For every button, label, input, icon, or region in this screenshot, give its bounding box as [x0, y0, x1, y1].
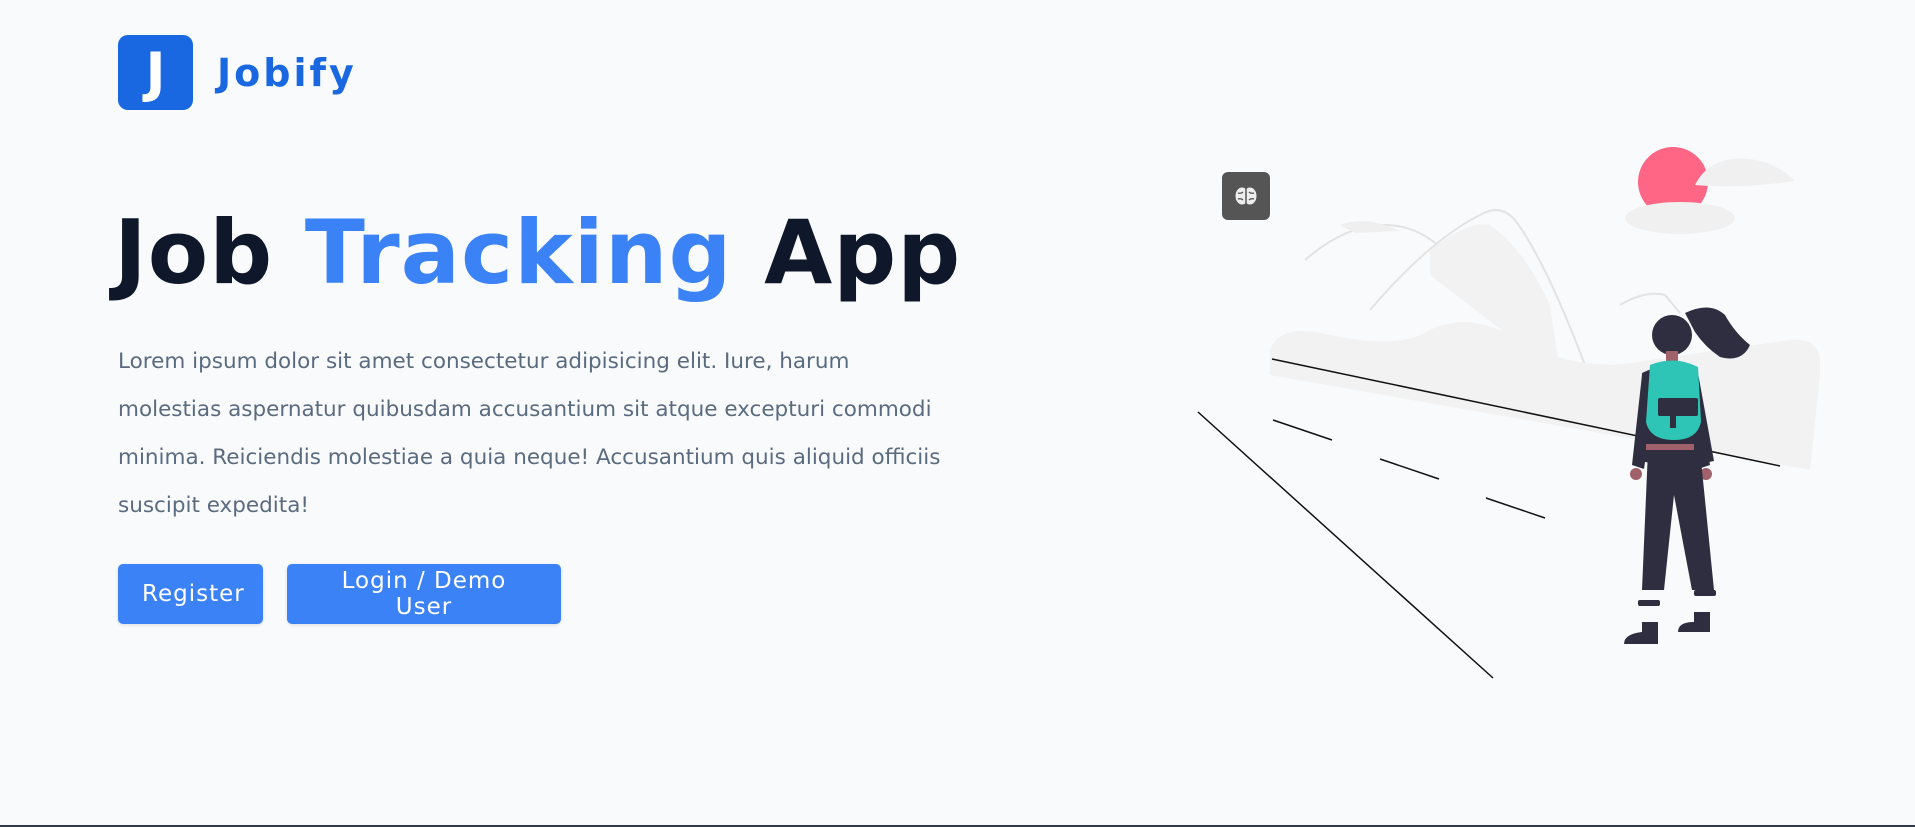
- login-demo-button[interactable]: Login / Demo User: [287, 564, 561, 624]
- hero-description: Lorem ipsum dolor sit amet consectetur a…: [118, 349, 941, 518]
- left-cuff: [1638, 600, 1660, 606]
- backpack-strap: [1670, 416, 1676, 428]
- title-part-1: Job: [114, 201, 305, 304]
- left-shoe: [1624, 622, 1658, 644]
- woman-traveler-illustration: [1197, 147, 1820, 679]
- logo-text: Jobify: [217, 50, 357, 95]
- title-accent: Tracking: [304, 201, 733, 304]
- road-dash-1: [1272, 419, 1333, 441]
- head: [1652, 315, 1692, 355]
- road-dash-3: [1485, 497, 1546, 519]
- belt: [1646, 444, 1694, 450]
- mountain-outline-3: [1619, 292, 1681, 314]
- hair: [1685, 307, 1750, 359]
- left-hand: [1630, 468, 1642, 480]
- right-shoe: [1678, 612, 1710, 632]
- page-title: Job Tracking App: [114, 204, 961, 302]
- cloud-2: [1695, 158, 1795, 187]
- title-part-2: App: [732, 201, 962, 304]
- logo[interactable]: J Jobify: [118, 35, 357, 110]
- right-cuff: [1694, 590, 1716, 596]
- logo-mark: J: [118, 35, 193, 110]
- backpack-pocket: [1658, 398, 1698, 416]
- road-line-bottom: [1197, 411, 1494, 679]
- cloud-1: [1625, 202, 1735, 234]
- road-dash-2: [1379, 458, 1440, 480]
- register-button[interactable]: Register: [118, 564, 263, 624]
